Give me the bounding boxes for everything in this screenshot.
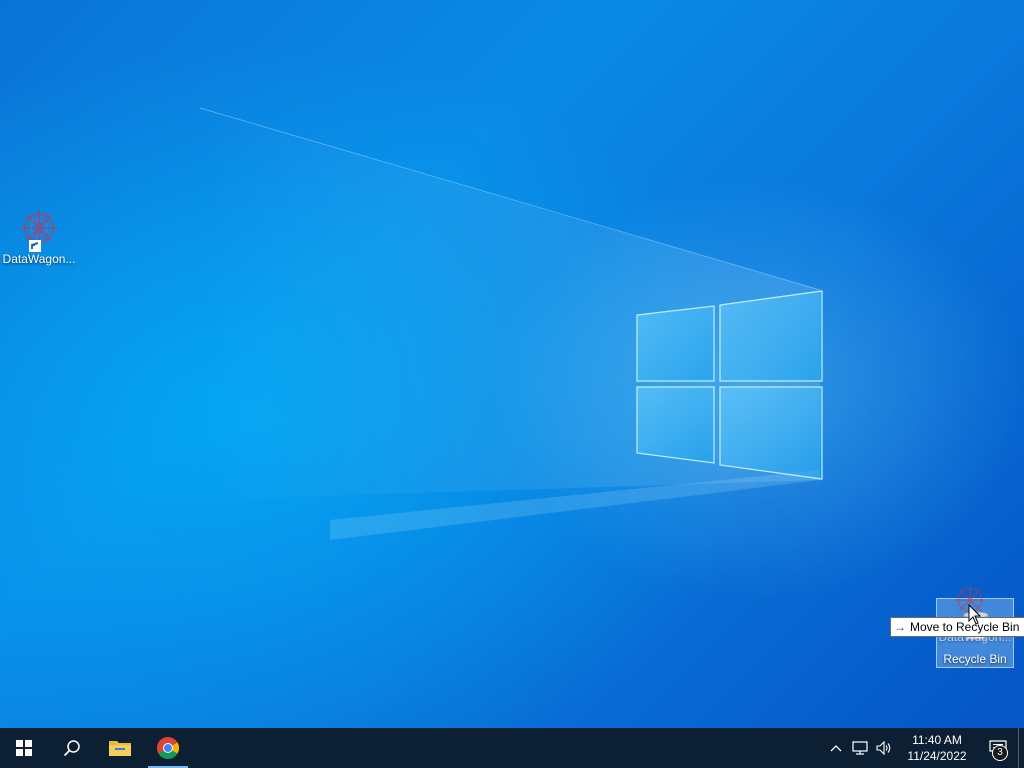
chrome-button[interactable] [144, 728, 192, 768]
desktop[interactable]: DataWagon... DataWagon... Recycle Bin → M… [0, 0, 1024, 728]
wallpaper-light-beams [199, 107, 823, 540]
network-icon [852, 741, 868, 755]
desktop-icon-label: Recycle Bin [943, 652, 1007, 666]
datawagon-app-icon [21, 210, 57, 252]
show-hidden-icons-button[interactable] [824, 728, 848, 768]
action-center-button[interactable]: 3 [978, 728, 1018, 768]
chrome-icon [157, 737, 179, 759]
search-icon [63, 740, 80, 757]
notification-count-badge: 3 [992, 745, 1008, 761]
start-button[interactable] [0, 728, 48, 768]
folder-icon [109, 741, 131, 756]
network-button[interactable] [848, 728, 872, 768]
drag-tooltip: → Move to Recycle Bin [890, 617, 1024, 637]
file-explorer-button[interactable] [96, 728, 144, 768]
windows-logo-icon [16, 740, 32, 756]
chevron-up-icon [830, 745, 842, 752]
clock-date: 11/24/2022 [907, 749, 967, 763]
search-button[interactable] [48, 728, 96, 768]
show-desktop-button[interactable] [1018, 728, 1024, 768]
volume-button[interactable] [872, 728, 896, 768]
mouse-cursor-icon [968, 604, 982, 625]
desktop-icon-label: DataWagon... [2, 252, 76, 266]
volume-icon [876, 741, 891, 755]
tooltip-text: Move to Recycle Bin [910, 620, 1020, 634]
clock-time: 11:40 AM [912, 733, 962, 747]
clock[interactable]: 11:40 AM 11/24/2022 [902, 732, 972, 764]
taskbar: 11:40 AM 11/24/2022 3 [0, 728, 1024, 768]
arrow-right-icon: → [894, 620, 906, 634]
desktop-icon-datawagon[interactable]: DataWagon... [0, 204, 78, 266]
system-tray: 11:40 AM 11/24/2022 3 [824, 728, 1024, 768]
